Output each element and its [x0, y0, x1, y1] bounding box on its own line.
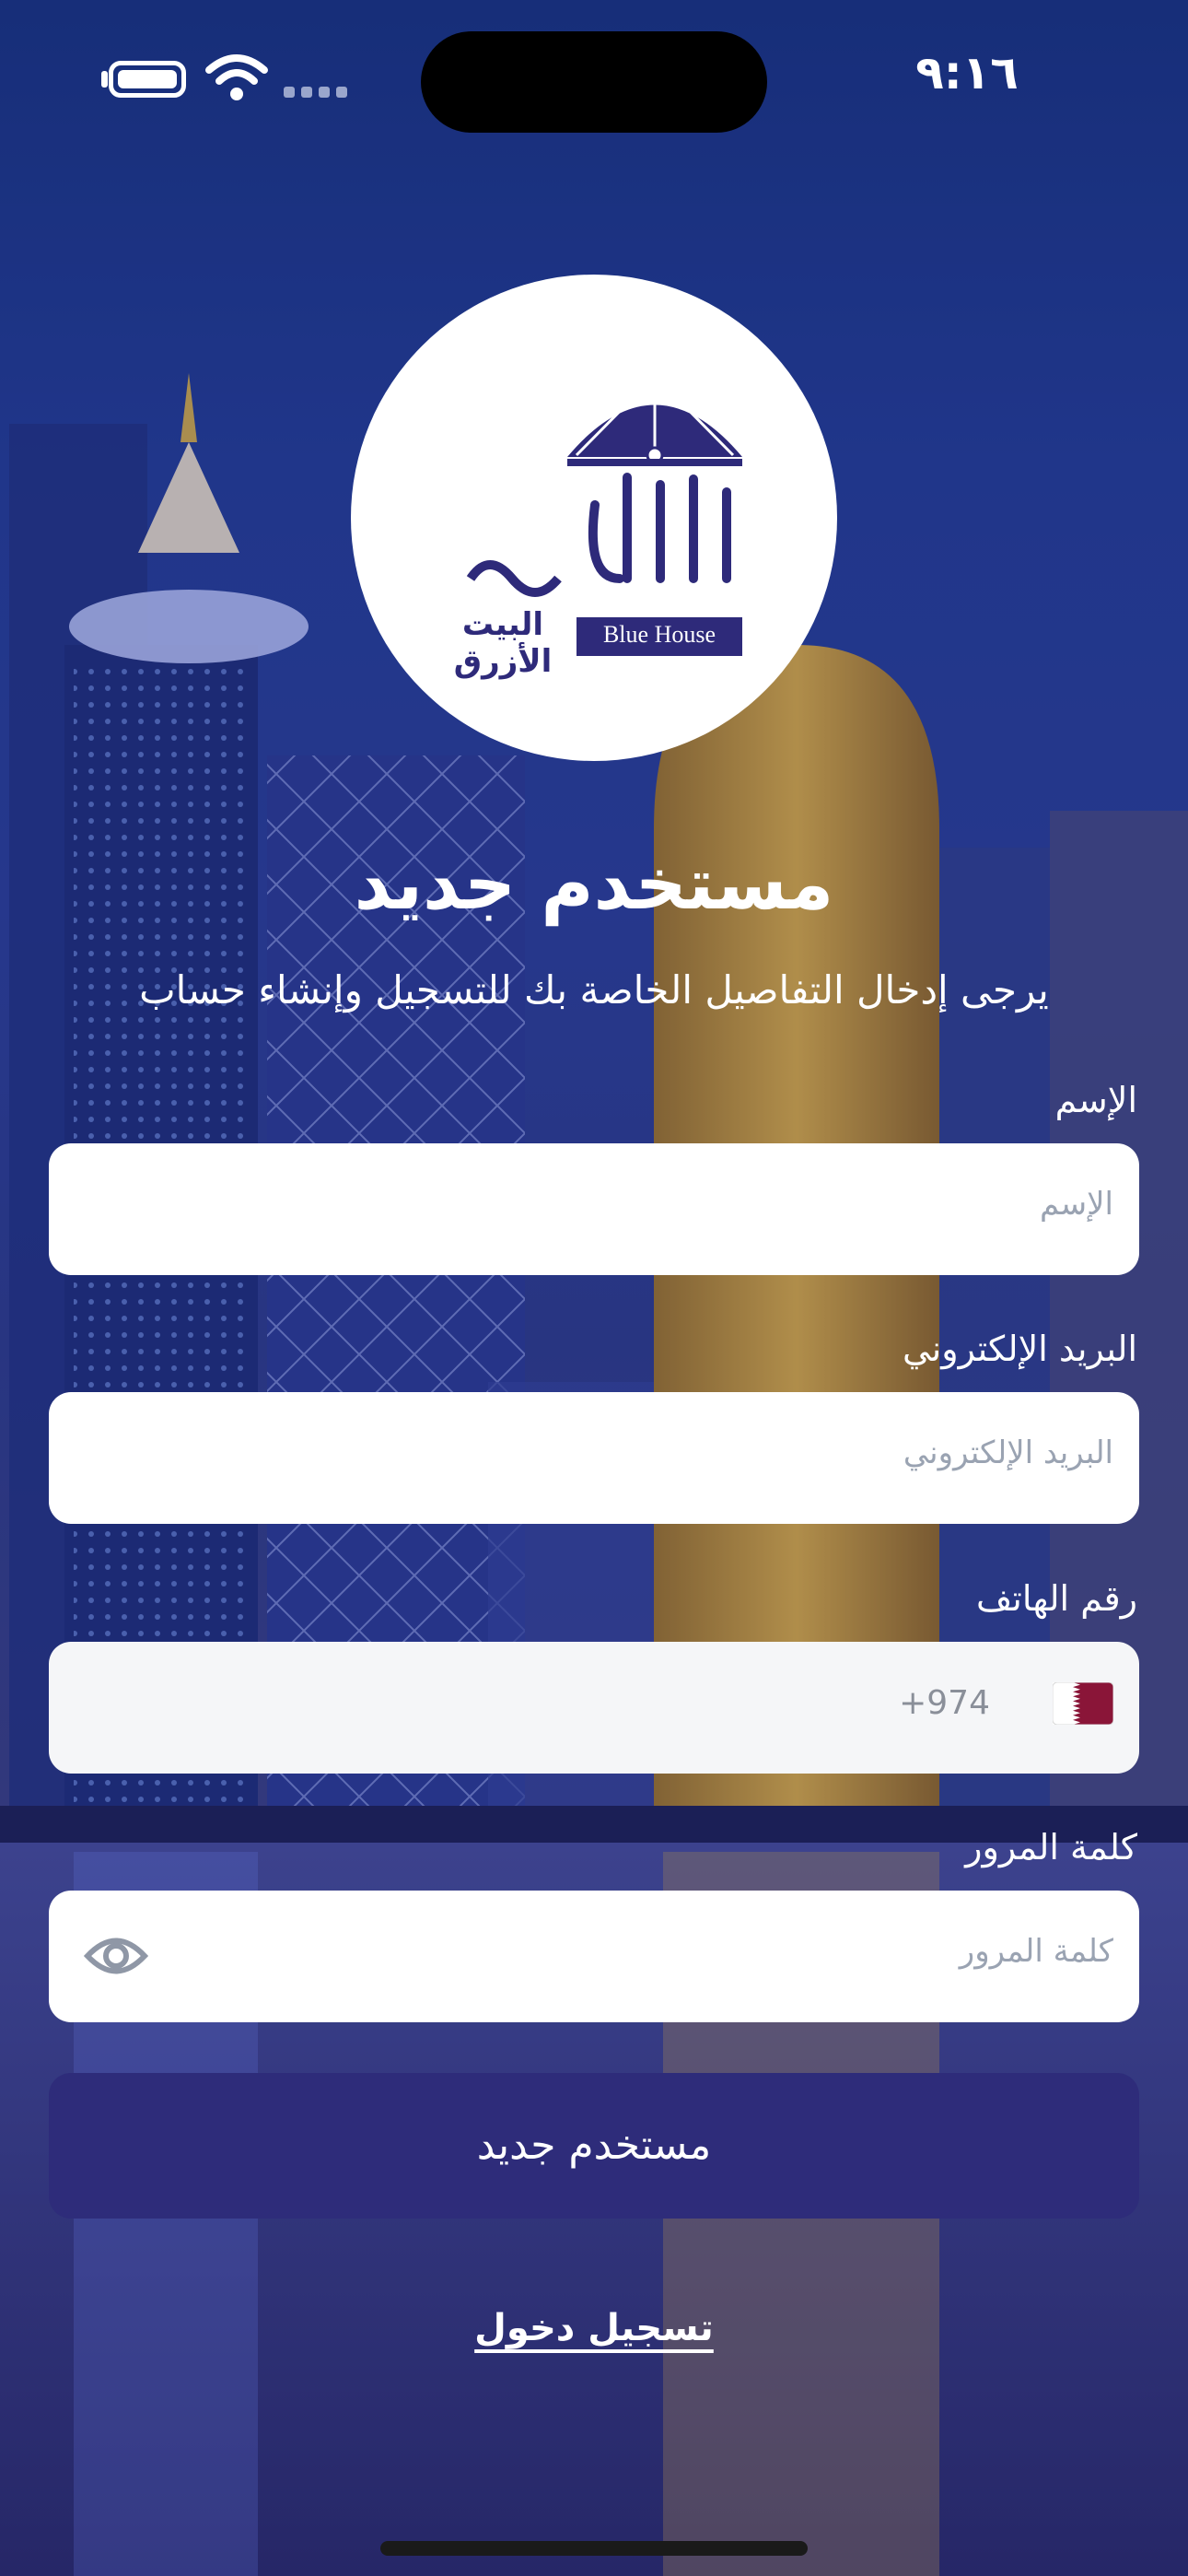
register-button[interactable]: مستخدم جديد — [49, 2073, 1139, 2219]
wifi-icon — [205, 54, 268, 100]
email-placeholder: البريد الإلكتروني — [903, 1434, 1113, 1471]
name-label: الإسم — [1054, 1080, 1137, 1120]
logo-arabic-text: البيت الأزرق — [453, 606, 553, 680]
page-subtitle: يرجى إدخال التفاصيل الخاصة بك للتسجيل وإ… — [139, 967, 1049, 1013]
status-bar: ٩:١٦ — [0, 0, 1188, 157]
home-indicator — [380, 2541, 808, 2556]
email-label: البريد الإلكتروني — [903, 1329, 1137, 1369]
dynamic-island — [421, 31, 767, 133]
blue-house-logo: Blue House البيت الأزرق — [351, 275, 837, 761]
name-input[interactable]: الإسم — [49, 1143, 1139, 1275]
qatar-flag-icon[interactable] — [1053, 1682, 1113, 1725]
login-link[interactable]: تسجيل دخول — [0, 2307, 1188, 2349]
cellular-signal-icon — [284, 87, 347, 98]
logo-mark — [466, 373, 742, 656]
password-label: كلمة المرور — [965, 1827, 1137, 1868]
phone-input[interactable]: +974 — [49, 1642, 1139, 1774]
eye-icon[interactable] — [84, 1926, 148, 1986]
battery-icon — [109, 61, 186, 98]
page-title: مستخدم جديد — [354, 843, 834, 926]
country-code: +974 — [899, 1684, 990, 1722]
password-input[interactable]: كلمة المرور — [49, 1891, 1139, 2022]
password-placeholder: كلمة المرور — [959, 1933, 1113, 1970]
battery-tip — [101, 71, 108, 88]
status-time: ٩:١٦ — [915, 46, 1019, 100]
name-placeholder: الإسم — [1040, 1186, 1113, 1223]
logo-english-text: Blue House — [602, 621, 716, 648]
email-input[interactable]: البريد الإلكتروني — [49, 1392, 1139, 1524]
register-screen: ٩:١٦ Blue House البيت الأزرق مستخدم جديد… — [0, 0, 1188, 2576]
phone-label: رقم الهاتف — [975, 1578, 1137, 1619]
